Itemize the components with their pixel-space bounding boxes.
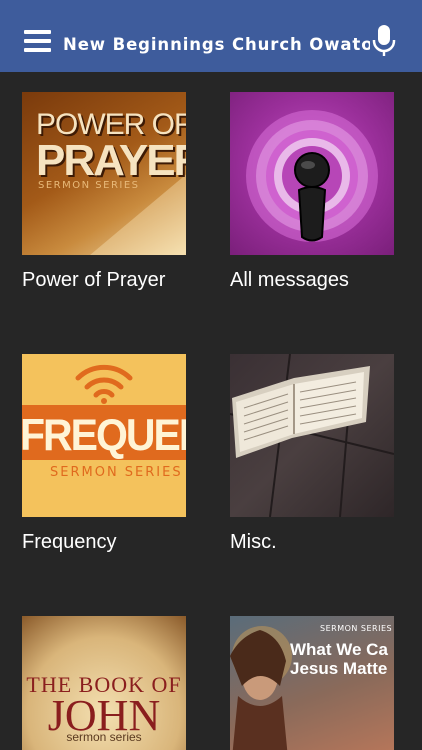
series-artwork bbox=[230, 354, 394, 517]
artwork-text: PRAYER bbox=[36, 136, 186, 185]
series-artwork: FREQUENCY SERMON SERIES bbox=[22, 354, 186, 517]
artwork-text: FREQUENCY bbox=[22, 410, 186, 460]
microphone-icon[interactable] bbox=[372, 24, 396, 58]
series-label: Misc. bbox=[230, 531, 277, 553]
icon-painting-image bbox=[230, 626, 292, 750]
series-artwork: SERMON SERIES What We Ca Jesus Matte bbox=[230, 616, 394, 750]
open-bible-icon bbox=[230, 354, 394, 517]
artwork-text: What We Ca Jesus Matte bbox=[290, 640, 388, 678]
artwork-text: SERMON SERIES bbox=[50, 465, 183, 480]
artwork-text: SERMON SERIES bbox=[38, 180, 140, 191]
series-label: Power of Prayer bbox=[22, 269, 166, 291]
podcast-icon bbox=[246, 110, 378, 242]
hamburger-menu-icon[interactable] bbox=[24, 30, 51, 54]
series-label: Frequency bbox=[22, 531, 117, 553]
series-artwork: POWER OF PRAYER SERMON SERIES bbox=[22, 92, 186, 255]
wifi-icon bbox=[75, 364, 133, 404]
podcast-artwork bbox=[230, 92, 394, 255]
app-header: New Beginnings Church Owatonna bbox=[0, 0, 422, 72]
series-label: All messages bbox=[230, 269, 349, 291]
sermon-grid: POWER OF PRAYER SERMON SERIES Power of P… bbox=[0, 72, 422, 750]
artwork-text: SERMON SERIES bbox=[320, 624, 393, 633]
artwork-text-line: What We Ca bbox=[290, 640, 388, 659]
app-title: New Beginnings Church Owatonna bbox=[63, 35, 370, 54]
series-artwork: THE BOOK OF JOHN sermon series bbox=[22, 616, 186, 750]
artwork-text: sermon series bbox=[66, 730, 142, 744]
artwork-text-line: Jesus Matte bbox=[290, 659, 388, 678]
